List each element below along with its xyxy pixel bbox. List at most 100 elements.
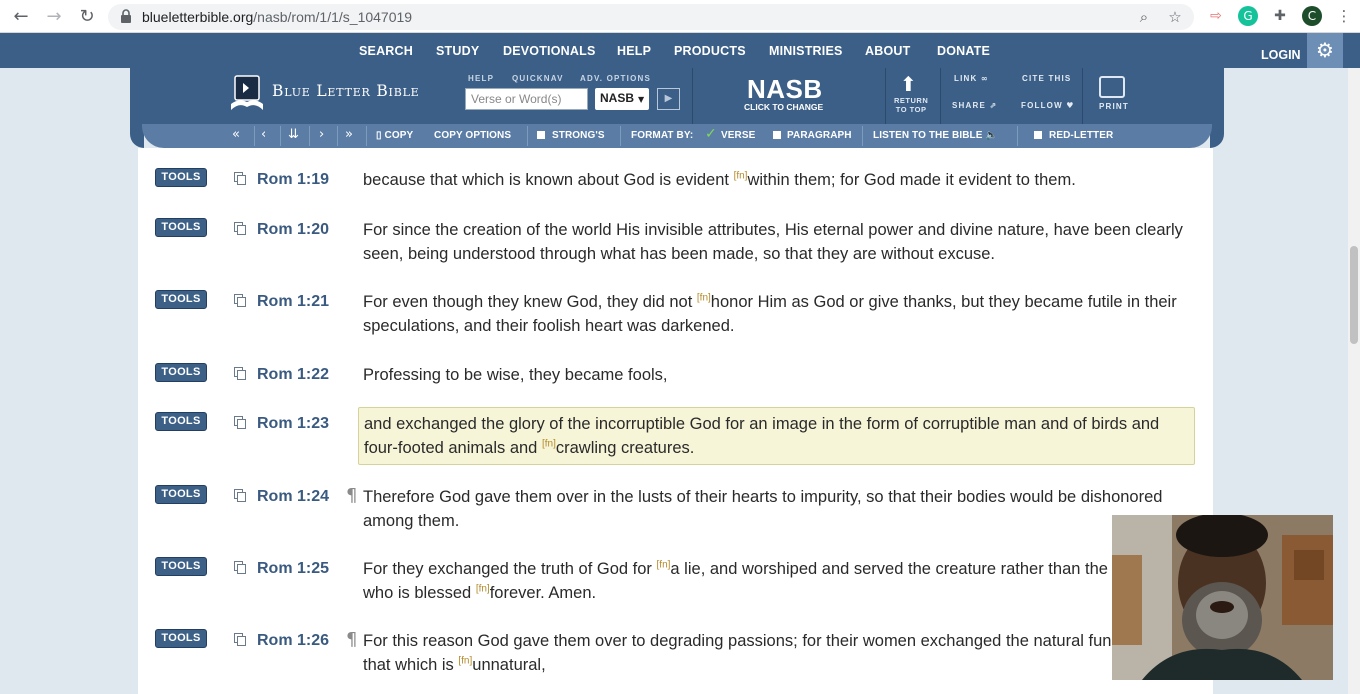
verse-reference-link[interactable]: Rom 1:23 — [257, 415, 329, 433]
copy-options-button[interactable]: COPY OPTIONS — [434, 130, 511, 141]
footnote-marker[interactable]: [fn] — [476, 584, 490, 595]
copy-verse-icon[interactable] — [234, 172, 246, 185]
listen-button[interactable]: LISTEN TO THE BIBLE 🔈 — [873, 130, 998, 141]
back-icon[interactable]: ← — [10, 6, 32, 28]
adv-options-label[interactable]: ADV. OPTIONS — [580, 74, 651, 83]
next-chapter-icon[interactable]: › — [319, 127, 324, 142]
footnote-marker[interactable]: [fn] — [657, 560, 671, 571]
zoom-icon[interactable]: ⌕ — [1135, 8, 1153, 26]
nav-donate[interactable]: DONATE — [937, 44, 990, 58]
share-button[interactable]: SHARE ⇗ — [952, 101, 997, 110]
site-logo-text[interactable]: Blue Letter Bible — [272, 82, 420, 100]
divider — [337, 126, 338, 146]
divider — [885, 68, 886, 124]
printer-icon[interactable] — [1099, 76, 1125, 98]
print-button[interactable]: PRINT — [1099, 102, 1129, 111]
tools-button[interactable]: TOOLS — [155, 485, 207, 504]
reload-icon[interactable]: ↻ — [76, 6, 98, 28]
tools-button[interactable]: TOOLS — [155, 629, 207, 648]
verse-text: Therefore God gave them over in the lust… — [363, 485, 1195, 533]
verse-reference-link[interactable]: Rom 1:22 — [257, 366, 329, 384]
go-button[interactable]: ▶ — [657, 88, 680, 110]
last-chapter-icon[interactable]: » — [345, 127, 353, 142]
copy-verse-icon[interactable] — [234, 633, 246, 646]
settings-gear-icon[interactable]: ⚙ — [1307, 33, 1343, 68]
copy-verse-icon[interactable] — [234, 367, 246, 380]
tools-button[interactable]: TOOLS — [155, 363, 207, 382]
copy-verse-icon[interactable] — [234, 294, 246, 307]
url-host: blueletterbible.org — [142, 9, 254, 25]
divider — [527, 126, 528, 146]
tools-button[interactable]: TOOLS — [155, 557, 207, 576]
follow-button[interactable]: FOLLOW ♥ — [1021, 101, 1075, 110]
quicknav-label: QUICKNAV — [512, 74, 564, 83]
nav-products[interactable]: PRODUCTS — [674, 44, 746, 58]
grammarly-icon[interactable]: G — [1238, 6, 1258, 26]
strongs-checkbox[interactable] — [537, 131, 545, 139]
link-icon: ∞ — [980, 74, 989, 83]
speaker-icon: 🔈 — [985, 130, 998, 141]
copy-verse-icon[interactable] — [234, 561, 246, 574]
quicknav-search-input[interactable]: Verse or Word(s) — [465, 88, 588, 110]
divider — [1017, 126, 1018, 146]
chapter-menu-icon[interactable]: ⇊ — [288, 127, 299, 142]
red-letter-checkbox[interactable] — [1034, 131, 1042, 139]
scrollbar-thumb[interactable] — [1350, 246, 1358, 344]
copy-button[interactable]: ▯ COPY — [376, 130, 413, 141]
return-to-top-button[interactable]: RETURN TO TOP — [894, 96, 928, 114]
version-select[interactable]: NASB ▼ — [595, 88, 649, 110]
copy-verse-icon[interactable] — [234, 489, 246, 502]
return-to-top-icon[interactable]: ⬆ — [900, 72, 917, 96]
verse-text-segment: Therefore God gave them over in the lust… — [363, 488, 1163, 530]
tools-button[interactable]: TOOLS — [155, 290, 207, 309]
menu-dots-icon[interactable]: ⋮ — [1334, 6, 1354, 26]
tools-button[interactable]: TOOLS — [155, 168, 207, 187]
extension-icon[interactable]: ⇨ — [1206, 6, 1226, 26]
address-bar[interactable]: blueletterbible.org/nasb/rom/1/1/s_10470… — [108, 4, 1194, 30]
divider — [940, 68, 941, 124]
link-button[interactable]: LINK ∞ — [954, 74, 989, 83]
verse-reference-link[interactable]: Rom 1:26 — [257, 632, 329, 650]
prev-chapter-icon[interactable]: ‹ — [261, 127, 266, 142]
verse-reference-link[interactable]: Rom 1:21 — [257, 293, 329, 311]
verse-text: For even though they knew God, they did … — [363, 290, 1195, 338]
version-change-link[interactable]: CLICK TO CHANGE — [744, 102, 823, 112]
tools-button[interactable]: TOOLS — [155, 218, 207, 237]
verse-reference-link[interactable]: Rom 1:25 — [257, 560, 329, 578]
verse-reference-link[interactable]: Rom 1:24 — [257, 488, 329, 506]
nav-search[interactable]: SEARCH — [359, 44, 413, 58]
extensions-puzzle-icon[interactable]: ✚ — [1270, 6, 1290, 26]
nav-help[interactable]: HELP — [617, 44, 651, 58]
nav-devotionals[interactable]: DEVOTIONALS — [503, 44, 595, 58]
footnote-marker[interactable]: [fn] — [542, 439, 556, 450]
verse-reference-link[interactable]: Rom 1:19 — [257, 171, 329, 189]
verse-text: For they exchanged the truth of God for … — [363, 557, 1195, 605]
bookmark-star-icon[interactable]: ☆ — [1166, 8, 1184, 26]
copy-verse-icon[interactable] — [234, 222, 246, 235]
nav-ministries[interactable]: MINISTRIES — [769, 44, 843, 58]
nav-study[interactable]: STUDY — [436, 44, 479, 58]
footnote-marker[interactable]: [fn] — [734, 171, 748, 182]
paragraph-checkbox[interactable] — [773, 131, 781, 139]
nav-about[interactable]: ABOUT — [865, 44, 910, 58]
footnote-marker[interactable]: [fn] — [458, 656, 472, 667]
copy-verse-icon[interactable] — [234, 416, 246, 429]
verse-reference-link[interactable]: Rom 1:20 — [257, 221, 329, 239]
cite-this-button[interactable]: CITE THIS — [1022, 74, 1071, 83]
tools-button[interactable]: TOOLS — [155, 412, 207, 431]
footnote-marker[interactable]: [fn] — [697, 293, 711, 304]
format-verse-option[interactable]: VERSE — [721, 130, 755, 141]
verse-text-segment: For since the creation of the world His … — [363, 221, 1183, 263]
verse-text-segment: because that which is known about God is… — [363, 171, 734, 189]
version-title[interactable]: NASB — [747, 74, 823, 105]
share-icon: ⇗ — [989, 101, 998, 110]
url-text: blueletterbible.org/nasb/rom/1/1/s_10470… — [142, 9, 412, 25]
login-link[interactable]: LOGIN — [1261, 48, 1301, 62]
divider — [366, 126, 367, 146]
profile-avatar[interactable]: C — [1302, 6, 1322, 26]
format-paragraph-option[interactable]: PARAGRAPH — [787, 130, 852, 141]
first-chapter-icon[interactable]: « — [232, 127, 240, 142]
forward-icon[interactable]: → — [43, 6, 65, 28]
page-scrollbar[interactable] — [1348, 68, 1360, 694]
help-label[interactable]: HELP — [468, 74, 494, 83]
